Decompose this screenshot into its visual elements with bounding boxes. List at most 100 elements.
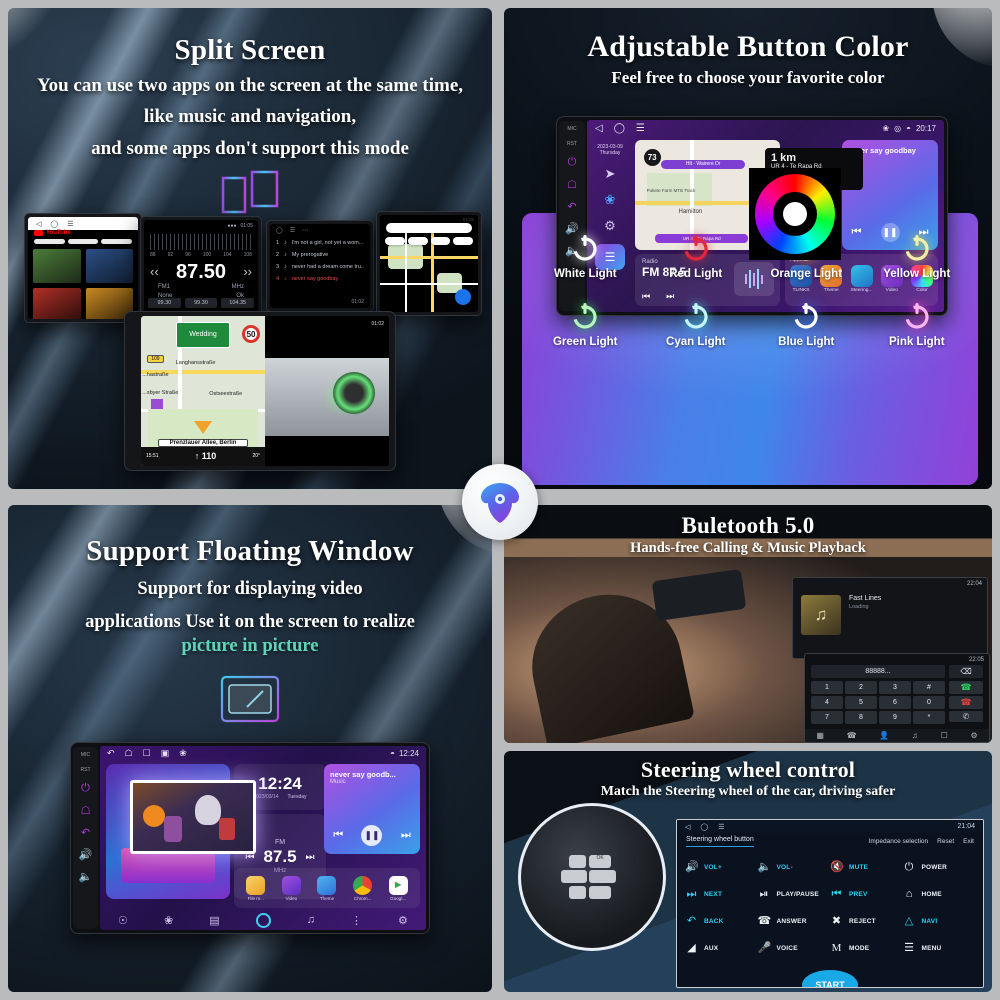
tune-down-icon[interactable]: ‹‹ bbox=[150, 264, 159, 279]
device-maps[interactable]: 01:05 bbox=[376, 211, 482, 316]
home-icon[interactable]: ◯ bbox=[700, 823, 708, 831]
video-thumbnail[interactable] bbox=[33, 249, 81, 284]
dial-key[interactable]: 7 bbox=[811, 711, 843, 724]
playlist-item[interactable]: 1 ♪ I'm not a girl, not yet a wom... bbox=[270, 237, 370, 249]
compass-icon[interactable]: ☉ bbox=[118, 914, 128, 927]
steering-button-mute[interactable]: 🔇 MUTE bbox=[830, 854, 903, 881]
playlist-item[interactable]: 3 ♪ never had a dream come tru... bbox=[270, 261, 370, 273]
video-thumbnail[interactable] bbox=[85, 249, 133, 284]
settings-icon[interactable]: ⚙ bbox=[970, 731, 977, 740]
home-icon[interactable]: ☖ bbox=[81, 804, 91, 817]
keypad-icon[interactable]: ▦ bbox=[816, 731, 824, 740]
color-picker-overlay[interactable] bbox=[749, 168, 841, 260]
dial-key[interactable]: 0 bbox=[913, 696, 945, 709]
back-icon[interactable]: ↶ bbox=[567, 200, 576, 213]
maps-chip[interactable] bbox=[384, 237, 405, 246]
device-icon[interactable]: ☐ bbox=[941, 731, 948, 740]
light-option-green[interactable]: Green Light bbox=[530, 298, 641, 348]
preset-button[interactable]: 104.35 bbox=[221, 298, 255, 308]
back-icon[interactable]: ↶ bbox=[107, 748, 115, 759]
music-icon[interactable]: ♫ bbox=[307, 914, 315, 926]
steering-button-power[interactable]: ⏻ POWER bbox=[903, 854, 976, 881]
light-option-yellow[interactable]: Yellow Light bbox=[862, 230, 973, 280]
maps-location-button[interactable] bbox=[455, 289, 472, 306]
power-icon[interactable] bbox=[679, 298, 713, 332]
power-icon[interactable] bbox=[900, 230, 934, 264]
next-icon[interactable]: ⏭ bbox=[306, 852, 315, 863]
back-icon[interactable]: ◁ bbox=[595, 123, 603, 134]
light-option-red[interactable]: Red Light bbox=[641, 230, 752, 280]
contacts-icon[interactable]: 👤 bbox=[879, 731, 889, 740]
next-icon[interactable]: ⏭ bbox=[401, 829, 411, 842]
volume-up-icon[interactable]: 🔊 bbox=[79, 848, 93, 861]
bluetooth-music-screen[interactable]: 22:04 ♫ Fast Lines Loading bbox=[792, 577, 988, 659]
menu-icon[interactable]: ☰ bbox=[636, 123, 645, 134]
radio-tuning-dial[interactable] bbox=[150, 234, 252, 250]
steering-button-navi[interactable]: △ NAVI bbox=[903, 908, 976, 935]
dial-key[interactable]: 8 bbox=[845, 711, 877, 724]
back-icon[interactable]: ◁ bbox=[36, 220, 41, 228]
maps-search-input[interactable] bbox=[385, 222, 473, 234]
music-tile[interactable]: never say goodb... Music ⏮ ❚❚ ⏭ bbox=[324, 764, 420, 854]
screenshot-icon[interactable]: ▣ bbox=[161, 748, 170, 759]
device-youtube[interactable]: ◁ ◯ ☰ YouTube bbox=[24, 213, 142, 323]
dial-key[interactable]: 5 bbox=[845, 696, 877, 709]
power-icon[interactable] bbox=[900, 298, 934, 332]
home-icon[interactable]: ◯ bbox=[614, 123, 625, 134]
dial-key[interactable]: 1 bbox=[811, 681, 843, 694]
bluetooth-icon[interactable]: ❀ bbox=[164, 914, 173, 927]
head-unit-floating[interactable]: MIC RST ⏻ ☖ ↶ 🔊 🔈 ↶ ☖ ☐ ▣ ❀ ◓ 12:24 12:2… bbox=[70, 742, 430, 934]
tune-up-icon[interactable]: ›› bbox=[243, 264, 252, 279]
steering-button-play-pause[interactable]: ⏯ PLAY/PAUSE bbox=[758, 881, 831, 908]
device-split-navigation[interactable]: Wedding 50 109 Langhansstraße ...hastraß… bbox=[124, 311, 396, 471]
backspace-icon[interactable]: ⌫ bbox=[949, 665, 983, 678]
back-icon[interactable]: ◁ bbox=[685, 823, 690, 831]
app-chrome[interactable]: Chrom... bbox=[353, 875, 373, 901]
power-icon[interactable] bbox=[789, 298, 823, 332]
dialer-input[interactable]: 88888... bbox=[811, 665, 945, 678]
playlist-item-active[interactable]: 4 ♪ never say goodbay bbox=[270, 273, 370, 285]
app-video[interactable]: Video bbox=[281, 875, 301, 901]
light-option-white[interactable]: White Light bbox=[530, 230, 641, 280]
home-icon[interactable]: ◯ bbox=[50, 220, 58, 228]
menu-icon[interactable]: ☰ bbox=[67, 220, 73, 228]
maps-chip[interactable] bbox=[453, 237, 474, 246]
navigation-icon[interactable]: ➤ bbox=[605, 166, 616, 182]
app-play-store[interactable]: ► Googl... bbox=[388, 875, 408, 901]
video-view[interactable]: 01:02 bbox=[265, 316, 389, 466]
maps-chip[interactable] bbox=[407, 237, 428, 246]
color-wheel-selector[interactable] bbox=[783, 202, 807, 226]
start-button[interactable]: START bbox=[802, 970, 858, 987]
bluetooth-icon[interactable]: ❀ bbox=[605, 192, 616, 208]
back-icon[interactable]: ↶ bbox=[81, 826, 90, 839]
floating-video-window[interactable] bbox=[130, 780, 256, 854]
dial-key[interactable]: * bbox=[913, 711, 945, 724]
light-option-cyan[interactable]: Cyan Light bbox=[641, 298, 752, 348]
bt-music-icon[interactable]: ♫ bbox=[912, 731, 918, 740]
action-reset[interactable]: Reset bbox=[937, 838, 954, 845]
preset-button[interactable]: 99.30 bbox=[148, 298, 181, 308]
maps-chip[interactable] bbox=[430, 237, 451, 246]
hangup-icon[interactable]: ☎ bbox=[949, 696, 983, 709]
steering-button-mode[interactable]: M MODE bbox=[830, 935, 903, 962]
preset-button[interactable]: 99.30 bbox=[184, 298, 218, 308]
steering-button-prev[interactable]: ⏮ PREV bbox=[830, 881, 903, 908]
dial-key[interactable]: 4 bbox=[811, 696, 843, 709]
power-icon[interactable] bbox=[568, 230, 602, 264]
power-icon[interactable]: ⏻ bbox=[81, 782, 90, 795]
call-log-icon[interactable]: ☎ bbox=[847, 731, 857, 740]
steering-button-vol-up[interactable]: 🔊 VOL+ bbox=[685, 854, 758, 881]
device-radio[interactable]: ●●● 01:05 88 92 96 100 104 108 87.50 FM1… bbox=[140, 216, 262, 316]
steering-button-answer[interactable]: ☎ ANSWER bbox=[758, 908, 831, 935]
home-icon[interactable]: ☖ bbox=[125, 748, 133, 759]
app-theme[interactable]: Theme bbox=[317, 875, 337, 901]
pause-icon[interactable]: ❚❚ bbox=[361, 825, 383, 846]
light-option-blue[interactable]: Blue Light bbox=[751, 298, 862, 348]
steering-button-back[interactable]: ↶ BACK bbox=[685, 908, 758, 935]
settings-icon[interactable]: ⚙ bbox=[398, 914, 408, 927]
dial-key[interactable]: 6 bbox=[879, 696, 911, 709]
phone-transfer-icon[interactable]: ✆ bbox=[949, 711, 983, 722]
steering-button-next[interactable]: ⏭ NEXT bbox=[685, 881, 758, 908]
steering-button-vol-down[interactable]: 🔈 VOL- bbox=[758, 854, 831, 881]
menu-icon[interactable]: ☰ bbox=[718, 823, 724, 831]
